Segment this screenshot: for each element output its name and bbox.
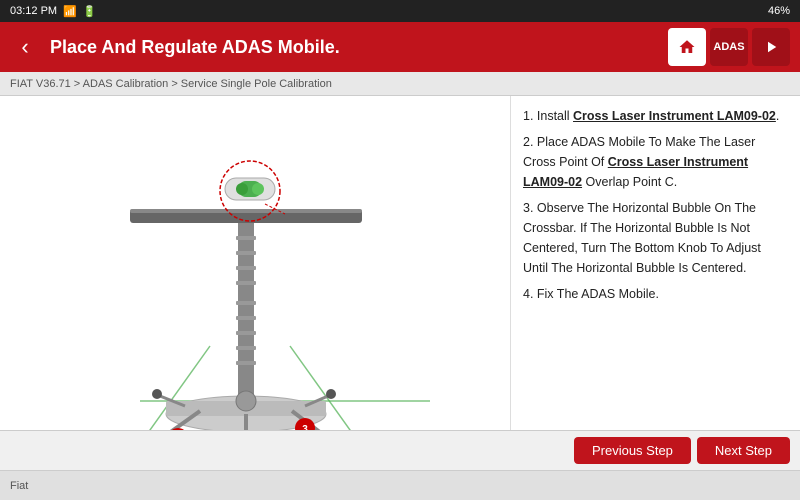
breadcrumb: FIAT V36.71 > ADAS Calibration > Service… — [0, 72, 800, 96]
adas-diagram: 1 2 3 C — [10, 106, 500, 430]
home-button[interactable] — [668, 28, 706, 66]
header-icons: ADAS — [668, 28, 790, 66]
status-bar: 03:12 PM 📶 🔋 46% — [0, 0, 800, 22]
instrument-name-1: Cross Laser Instrument LAM09-02 — [573, 109, 776, 123]
forward-button[interactable] — [752, 28, 790, 66]
back-button[interactable]: ‹ — [10, 34, 40, 60]
bottom-bar: Fiat — [0, 470, 800, 500]
wifi-icon: 📶 — [63, 5, 77, 18]
adas-icon: ADAS — [713, 41, 744, 53]
breadcrumb-text: FIAT V36.71 > ADAS Calibration > Service… — [10, 78, 332, 90]
instruction-2: 2. Place ADAS Mobile To Make The Laser C… — [523, 132, 788, 192]
time-display: 03:12 PM — [10, 5, 57, 17]
footer: Previous Step Next Step — [0, 430, 800, 470]
header: ‹ Place And Regulate ADAS Mobile. ADAS — [0, 22, 800, 72]
brand-label: Fiat — [10, 480, 28, 492]
previous-step-button[interactable]: Previous Step — [574, 437, 691, 464]
next-step-button[interactable]: Next Step — [697, 437, 790, 464]
instruction-4: 4. Fix The ADAS Mobile. — [523, 284, 788, 304]
instruction-3: 3. Observe The Horizontal Bubble On The … — [523, 198, 788, 278]
instrument-name-2: Cross Laser Instrument LAM09-02 — [523, 155, 748, 189]
instruction-1: 1. Install Cross Laser Instrument LAM09-… — [523, 106, 788, 126]
instructions-area: 1. Install Cross Laser Instrument LAM09-… — [510, 96, 800, 430]
battery-level: 46% — [768, 5, 790, 17]
page-title: Place And Regulate ADAS Mobile. — [50, 37, 658, 58]
svg-text:3: 3 — [302, 424, 308, 430]
status-left: 03:12 PM 📶 🔋 — [10, 5, 97, 18]
signal-icon: 🔋 — [83, 5, 97, 18]
status-right: 46% — [768, 5, 790, 17]
main-content: 1 2 3 C 1. Install Cross Laser Instrumen… — [0, 96, 800, 430]
diagram-area: 1 2 3 C — [0, 96, 510, 430]
adas-button[interactable]: ADAS — [710, 28, 748, 66]
